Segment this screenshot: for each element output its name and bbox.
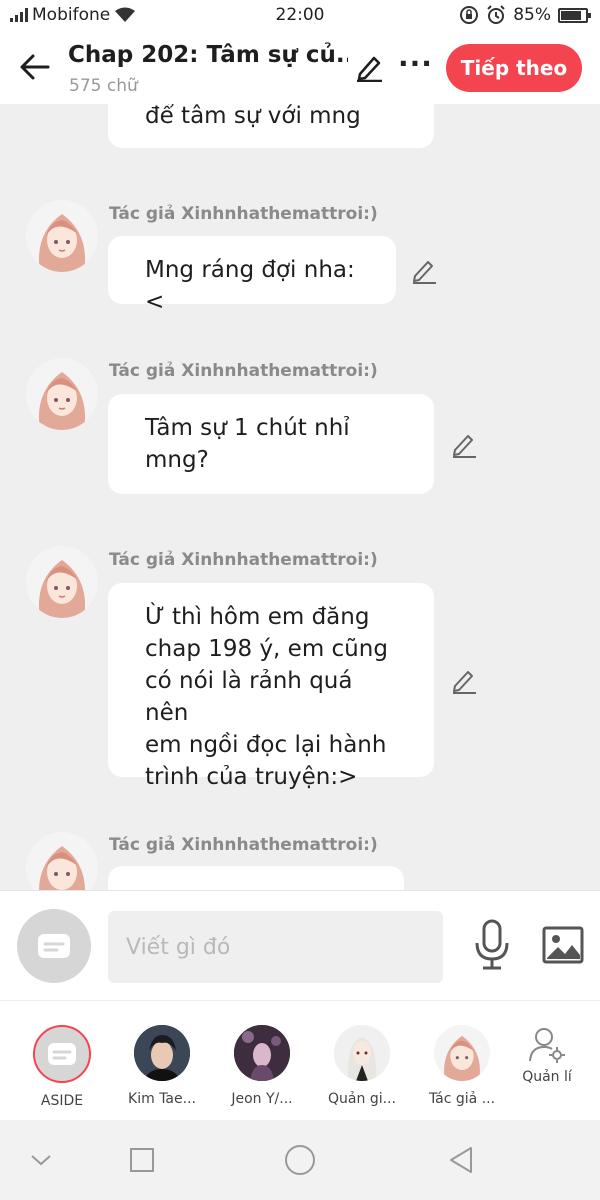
edit-pencil-icon[interactable] <box>354 52 384 82</box>
edit-message-icon[interactable] <box>410 256 438 284</box>
character-kim-tae[interactable]: Kim Tae... <box>117 1025 207 1107</box>
message-text-line: có nói là rảnh quá nên <box>145 668 353 726</box>
more-options-icon[interactable]: ··· <box>398 50 433 78</box>
word-count: 575 chữ <box>69 76 138 96</box>
character-label: Jeon Y/... <box>231 1091 293 1107</box>
rotation-lock-icon <box>460 6 479 24</box>
figure-avatar-icon <box>234 1025 290 1081</box>
avatar <box>234 1025 290 1081</box>
author-name: Tác giả Xinhnhathemattroi:) <box>109 204 378 224</box>
message-text-line: để tâm sự với mng <box>145 104 361 129</box>
message-bubble[interactable]: Tâm sự 1 chút nhỉ mng? <box>108 394 434 494</box>
author-avatar[interactable] <box>26 200 98 272</box>
message-text-line: em ngồi đọc lại hành <box>145 732 387 758</box>
message-text-line: mng? <box>145 447 209 473</box>
edit-message-icon[interactable] <box>450 430 478 458</box>
avatar <box>134 1025 190 1081</box>
girl-avatar-icon <box>444 1035 480 1081</box>
back-triangle-icon[interactable] <box>447 1145 475 1175</box>
message-text-line: Mng ráng đợi nha:< <box>145 257 355 315</box>
chat-bubble-icon <box>48 1043 76 1065</box>
message-composer <box>0 890 600 1000</box>
manage-characters-button[interactable]: Quản lí <box>502 1025 592 1085</box>
battery-percent: 85% <box>513 5 551 25</box>
message-bubble[interactable] <box>108 866 404 890</box>
character-selector: ASIDE Kim Tae... Jeon Y/... Quản gi... T… <box>0 1000 600 1120</box>
character-label: Tác giả ... <box>428 1091 496 1107</box>
edit-message-icon[interactable] <box>450 666 478 694</box>
author-avatar[interactable] <box>26 546 98 618</box>
girl-avatar-icon <box>38 372 86 430</box>
message-bubble[interactable]: để tâm sự với mng <box>108 104 434 148</box>
girl-avatar-icon <box>39 846 85 890</box>
character-label: Quản gi... <box>328 1091 396 1107</box>
character-aside[interactable]: ASIDE <box>17 1025 107 1109</box>
next-chapter-button[interactable]: Tiếp theo <box>446 44 582 92</box>
home-icon[interactable] <box>284 1144 316 1176</box>
chat-bubble-icon <box>38 934 70 958</box>
butler-avatar-icon <box>334 1025 390 1081</box>
author-avatar[interactable] <box>26 358 98 430</box>
user-settings-icon <box>529 1028 565 1063</box>
chat-area[interactable]: để tâm sự với mng Tác giả Xinhnhathematt… <box>0 104 600 890</box>
avatar <box>434 1025 490 1081</box>
battery-icon <box>558 7 591 23</box>
girl-avatar-icon <box>38 560 86 618</box>
microphone-icon[interactable] <box>472 919 512 971</box>
author-name: Tác giả Xinhnhathemattroi:) <box>109 550 378 570</box>
manage-label: Quản lí <box>522 1069 572 1085</box>
back-arrow-icon[interactable] <box>18 50 52 84</box>
character-quan-gia[interactable]: Quản gi... <box>317 1025 407 1107</box>
girl-avatar-icon <box>38 214 86 272</box>
alarm-icon <box>487 5 505 24</box>
message-text-line: chap 198 ý, em cũng <box>145 636 388 662</box>
author-name: Tác giả Xinhnhathemattroi:) <box>109 835 378 855</box>
character-label: Kim Tae... <box>128 1091 196 1107</box>
message-bubble[interactable]: Mng ráng đợi nha:< <box>108 236 396 315</box>
character-label: ASIDE <box>40 1093 84 1109</box>
message-bubble[interactable]: Ừ thì hôm em đăng chap 198 ý, em cũng có… <box>108 583 434 790</box>
character-tac-gia[interactable]: Tác giả ... <box>417 1025 507 1107</box>
author-avatar[interactable] <box>26 832 98 890</box>
message-text-line: Ừ thì hôm em đăng <box>145 604 370 630</box>
chapter-title[interactable]: Chap 202: Tâm sự củ... <box>68 42 348 68</box>
image-upload-icon[interactable] <box>542 925 584 965</box>
message-input[interactable] <box>108 911 443 983</box>
message-text-line: trình của truyện:> <box>145 764 358 790</box>
chevron-down-icon[interactable] <box>29 1153 53 1167</box>
author-name: Tác giả Xinhnhathemattroi:) <box>109 361 378 381</box>
system-navigation-bar <box>0 1120 600 1200</box>
aside-toggle-button[interactable] <box>17 909 91 983</box>
character-jeon-y[interactable]: Jeon Y/... <box>217 1025 307 1107</box>
chapter-header: Chap 202: Tâm sự củ... 575 chữ ··· Tiếp … <box>0 32 600 104</box>
recent-apps-icon[interactable] <box>129 1147 155 1173</box>
avatar <box>334 1025 390 1081</box>
status-bar: Mobifone 22:00 85% <box>0 0 600 32</box>
message-text-line: Tâm sự 1 chút nhỉ <box>145 415 350 441</box>
man-avatar-icon <box>134 1025 190 1081</box>
avatar <box>33 1025 91 1083</box>
